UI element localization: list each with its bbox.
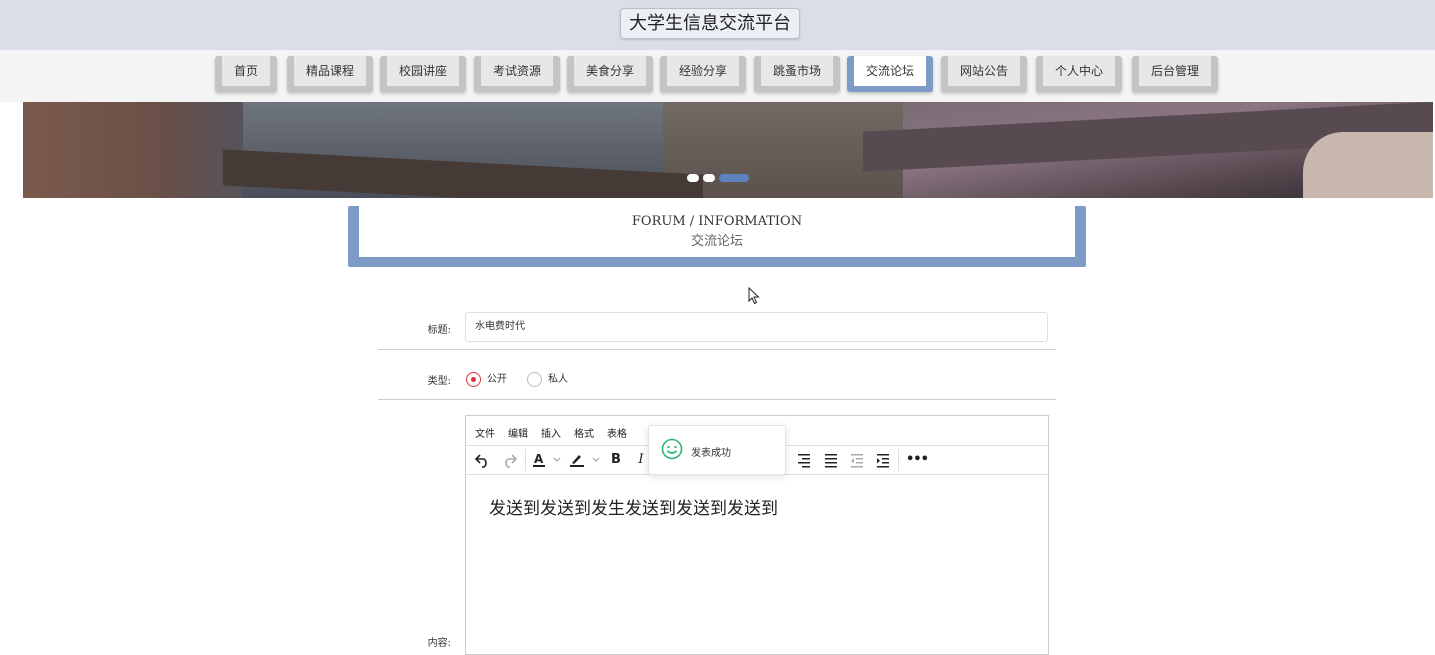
form-row-title: 标题: 水电费时代	[378, 312, 1056, 350]
radio-public-label: 公开	[487, 374, 507, 385]
nav-item-experience[interactable]: 经验分享	[660, 56, 746, 92]
nav-item-lectures[interactable]: 校园讲座	[380, 56, 466, 92]
section-heading-box: FORUM / INFORMATION 交流论坛	[359, 206, 1075, 257]
menu-format[interactable]: 格式	[574, 425, 594, 440]
align-justify-icon[interactable]	[823, 451, 839, 469]
outdent-icon[interactable]	[849, 451, 865, 469]
nav-item-forum[interactable]: 交流论坛	[847, 56, 933, 92]
carousel-dot[interactable]	[687, 174, 699, 182]
radio-public[interactable]: 公开	[466, 372, 516, 388]
align-right-icon[interactable]	[796, 451, 812, 469]
nav-item-label: 交流论坛	[854, 56, 926, 86]
radio-private[interactable]: 私人	[527, 372, 577, 388]
menu-edit[interactable]: 编辑	[508, 425, 528, 440]
carousel-dot[interactable]	[703, 174, 715, 182]
nav-item-food[interactable]: 美食分享	[567, 56, 653, 92]
top-header: 大学生信息交流平台	[0, 0, 1435, 50]
bold-icon[interactable]: B	[608, 451, 624, 469]
menu-table[interactable]: 表格	[607, 425, 627, 440]
nav-item-courses[interactable]: 精品课程	[287, 56, 373, 92]
mouse-cursor-icon	[748, 287, 760, 305]
carousel-dot-active[interactable]	[719, 174, 749, 182]
main-nav: 首页 精品课程 校园讲座 考试资源 美食分享 经验分享 跳蚤市场 交流论坛 网站…	[0, 50, 1435, 102]
toast-message: 发表成功	[691, 448, 731, 459]
form-row-type: 类型: 公开 私人	[378, 350, 1056, 400]
redo-icon[interactable]	[500, 451, 518, 469]
success-toast: 发表成功	[648, 425, 786, 475]
nav-item-label: 经验分享	[667, 56, 739, 86]
section-title-cn: 交流论坛	[690, 234, 743, 249]
radio-private-label: 私人	[548, 374, 568, 385]
nav-item-exam-resources[interactable]: 考试资源	[474, 56, 560, 92]
menu-insert[interactable]: 插入	[541, 425, 561, 440]
radio-circle-checked	[466, 372, 481, 387]
undo-icon[interactable]	[474, 451, 492, 469]
highlight-color-icon[interactable]	[569, 451, 603, 469]
nav-item-flea-market[interactable]: 跳蚤市场	[754, 56, 840, 92]
title-input[interactable]: 水电费时代	[465, 312, 1048, 342]
menu-file[interactable]: 文件	[475, 425, 495, 440]
italic-icon[interactable]: I	[633, 451, 649, 469]
banner-chair	[1303, 132, 1433, 198]
nav-item-label: 网站公告	[948, 56, 1020, 86]
nav-item-label: 校园讲座	[387, 56, 459, 86]
section-title-en: FORUM / INFORMATION	[631, 214, 803, 229]
nav-item-home[interactable]: 首页	[215, 56, 277, 92]
banner-carousel[interactable]	[23, 102, 1433, 198]
type-label: 类型:	[427, 376, 451, 387]
more-icon[interactable]: •••	[906, 451, 929, 469]
text-color-icon[interactable]: A	[532, 451, 562, 469]
toolbar-separator	[898, 449, 899, 471]
site-title: 大学生信息交流平台	[620, 8, 800, 39]
nav-item-label: 精品课程	[294, 56, 366, 86]
smile-icon	[661, 438, 683, 460]
nav-item-label: 后台管理	[1139, 56, 1211, 86]
nav-item-label: 考试资源	[481, 56, 553, 86]
nav-item-profile[interactable]: 个人中心	[1036, 56, 1122, 92]
title-label: 标题:	[427, 325, 451, 336]
nav-item-admin[interactable]: 后台管理	[1132, 56, 1218, 92]
indent-icon[interactable]	[875, 451, 891, 469]
nav-item-label: 个人中心	[1043, 56, 1115, 86]
radio-circle	[527, 372, 542, 387]
editor-content[interactable]: 发送到发送到发生发送到发送到发送到	[489, 494, 778, 519]
banner-image-part	[23, 102, 243, 198]
svg-text:A: A	[534, 452, 544, 466]
nav-item-label: 美食分享	[574, 56, 646, 86]
section-heading: FORUM / INFORMATION 交流论坛	[348, 206, 1086, 267]
nav-item-label: 首页	[222, 56, 270, 86]
toolbar-separator	[525, 449, 526, 471]
content-label: 内容:	[427, 638, 451, 649]
nav-item-announcements[interactable]: 网站公告	[941, 56, 1027, 92]
nav-item-label: 跳蚤市场	[761, 56, 833, 86]
